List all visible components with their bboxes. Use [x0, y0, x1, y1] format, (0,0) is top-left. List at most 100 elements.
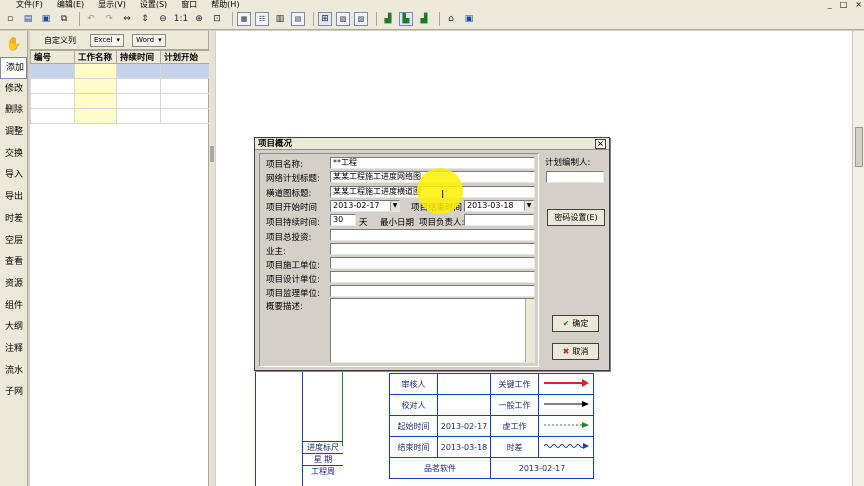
- sidebar-item-adjust[interactable]: 调整: [0, 122, 27, 144]
- scale-label: 进度标尺: [303, 441, 343, 453]
- excel-dropdown[interactable]: Excel ▾: [90, 33, 125, 47]
- open-icon[interactable]: ▤: [21, 12, 35, 26]
- hand-icon[interactable]: ✋: [2, 33, 26, 55]
- duration-input[interactable]: 30: [330, 214, 356, 226]
- owner-input[interactable]: [464, 214, 534, 226]
- column-header-name[interactable]: 工作名称: [74, 50, 117, 64]
- password-settings-button[interactable]: 密码设置(E): [547, 209, 605, 226]
- zoom-in-icon[interactable]: ⊕: [192, 12, 206, 26]
- menu-file[interactable]: 文件(F): [16, 0, 43, 9]
- table-row[interactable]: [30, 93, 210, 109]
- sidebar-item-empty-layer[interactable]: 空层: [0, 231, 27, 253]
- sidebar-item-resource[interactable]: 资源: [0, 274, 27, 296]
- chevron-down-icon[interactable]: ▼: [524, 201, 533, 211]
- menu-edit[interactable]: 编辑(E): [57, 0, 84, 9]
- planner-input[interactable]: [546, 171, 604, 183]
- summary-textarea[interactable]: [330, 298, 535, 363]
- toolbar-separator: [79, 12, 80, 26]
- arrow-icon-critical: [544, 379, 589, 387]
- investment-label: 项目总投资:: [266, 233, 312, 243]
- chart-icon[interactable]: ▤: [291, 12, 305, 26]
- legend-type: 时差: [490, 436, 539, 458]
- sidebar-item-import[interactable]: 导入: [0, 165, 27, 187]
- table-row[interactable]: [30, 108, 210, 124]
- move-icon[interactable]: ⇔: [120, 12, 134, 26]
- zoom-out-icon[interactable]: ⊖: [156, 12, 170, 26]
- design-unit-input[interactable]: [330, 271, 535, 283]
- menu-help[interactable]: 帮助(H): [211, 0, 239, 9]
- textarea-scrollbar[interactable]: [525, 299, 534, 362]
- menu-settings[interactable]: 设置(S): [140, 0, 167, 9]
- fit-icon[interactable]: ⊡: [210, 12, 224, 26]
- client-input[interactable]: [330, 243, 535, 255]
- home-icon[interactable]: ⌂: [444, 12, 458, 26]
- duration-unit: 天: [359, 218, 368, 228]
- sidebar-item-subnet[interactable]: 子网: [0, 382, 27, 404]
- close-icon[interactable]: ×: [595, 139, 606, 149]
- restore-button[interactable]: □: [840, 0, 848, 9]
- resource-icon[interactable]: ▙: [399, 12, 413, 26]
- column-header-start[interactable]: 计划开始: [160, 50, 210, 64]
- scale-label: 工程周: [303, 465, 343, 477]
- legend-label: 起始时间: [389, 415, 438, 437]
- save-icon[interactable]: ▣: [39, 12, 53, 26]
- menu-view[interactable]: 显示(V): [98, 0, 126, 9]
- toolbar-separator: [313, 12, 314, 26]
- supervision-unit-input[interactable]: [330, 285, 535, 297]
- investment-input[interactable]: [330, 229, 535, 241]
- calendar-icon[interactable]: ▥: [273, 12, 287, 26]
- legend-row: 审核人 关键工作: [389, 373, 594, 395]
- table-row[interactable]: [30, 63, 210, 79]
- column-header-id[interactable]: 编号: [30, 50, 75, 64]
- grid-icon[interactable]: ▦: [237, 12, 251, 26]
- vertical-scrollbar[interactable]: [852, 31, 864, 486]
- chevron-down-icon[interactable]: ▼: [390, 201, 399, 211]
- sidebar-item-float[interactable]: 时差: [0, 209, 27, 231]
- updown-icon[interactable]: ⇕: [138, 12, 152, 26]
- construction-unit-input[interactable]: [330, 257, 535, 269]
- sidebar-item-flow[interactable]: 流水: [0, 361, 27, 383]
- splitter-handle[interactable]: [210, 146, 214, 162]
- ok-button[interactable]: ✔ 确定: [552, 315, 599, 332]
- time-scale-labels: 进度标尺 星 期 工程周: [303, 441, 343, 477]
- sidebar-item-modify[interactable]: 修改: [0, 79, 27, 101]
- start-date-picker[interactable]: 2013-02-17 ▼: [330, 200, 400, 212]
- legend-label: 校对人: [389, 394, 438, 416]
- redo-icon[interactable]: ↷: [102, 12, 116, 26]
- sidebar-item-swap[interactable]: 交换: [0, 144, 27, 166]
- legend-arrow: [538, 394, 594, 416]
- cancel-button[interactable]: ✖ 取消: [552, 343, 599, 360]
- custom-columns-button[interactable]: 自定义列: [44, 35, 76, 46]
- sidebar-item-note[interactable]: 注释: [0, 339, 27, 361]
- end-date-picker[interactable]: 2013-03-18 ▼: [464, 200, 534, 212]
- bar-chart-icon[interactable]: ▟: [381, 12, 395, 26]
- sidebar-item-export[interactable]: 导出: [0, 187, 27, 209]
- layout-icon[interactable]: ▧: [336, 12, 350, 26]
- undo-icon[interactable]: ↶: [84, 12, 98, 26]
- menu-window[interactable]: 窗口: [181, 0, 197, 9]
- splitter-bar[interactable]: [209, 31, 215, 486]
- copy-icon[interactable]: ⧉: [57, 12, 71, 26]
- project-name-label: 项目名称:: [266, 160, 303, 170]
- table-row[interactable]: [30, 78, 210, 94]
- table-icon[interactable]: ☷: [255, 12, 269, 26]
- sidebar-item-add[interactable]: 添加: [0, 57, 27, 79]
- print-icon[interactable]: ▣: [462, 12, 476, 26]
- zoom-reset-icon[interactable]: 1:1: [174, 12, 188, 26]
- close-window-button[interactable]: ×: [855, 0, 862, 9]
- project-name-input[interactable]: **工程: [330, 157, 535, 169]
- gantt-icon[interactable]: ▨: [354, 12, 368, 26]
- legend-label: 结束时间: [389, 436, 438, 458]
- scrollbar-thumb[interactable]: [855, 127, 863, 167]
- word-dropdown[interactable]: Word ▾: [132, 33, 166, 47]
- bar-chart-icon-2[interactable]: ▟: [417, 12, 431, 26]
- sidebar-item-outline[interactable]: 大纲: [0, 317, 27, 339]
- sidebar-item-delete[interactable]: 删除: [0, 100, 27, 122]
- network-icon[interactable]: ⊞: [318, 12, 332, 26]
- legend-value: 2013-03-18: [437, 436, 491, 458]
- column-header-duration[interactable]: 持续时间: [116, 50, 161, 64]
- sidebar-item-component[interactable]: 组件: [0, 296, 27, 318]
- new-icon[interactable]: ▫: [3, 12, 17, 26]
- minimize-button[interactable]: _: [828, 0, 832, 9]
- sidebar-item-view[interactable]: 查看: [0, 252, 27, 274]
